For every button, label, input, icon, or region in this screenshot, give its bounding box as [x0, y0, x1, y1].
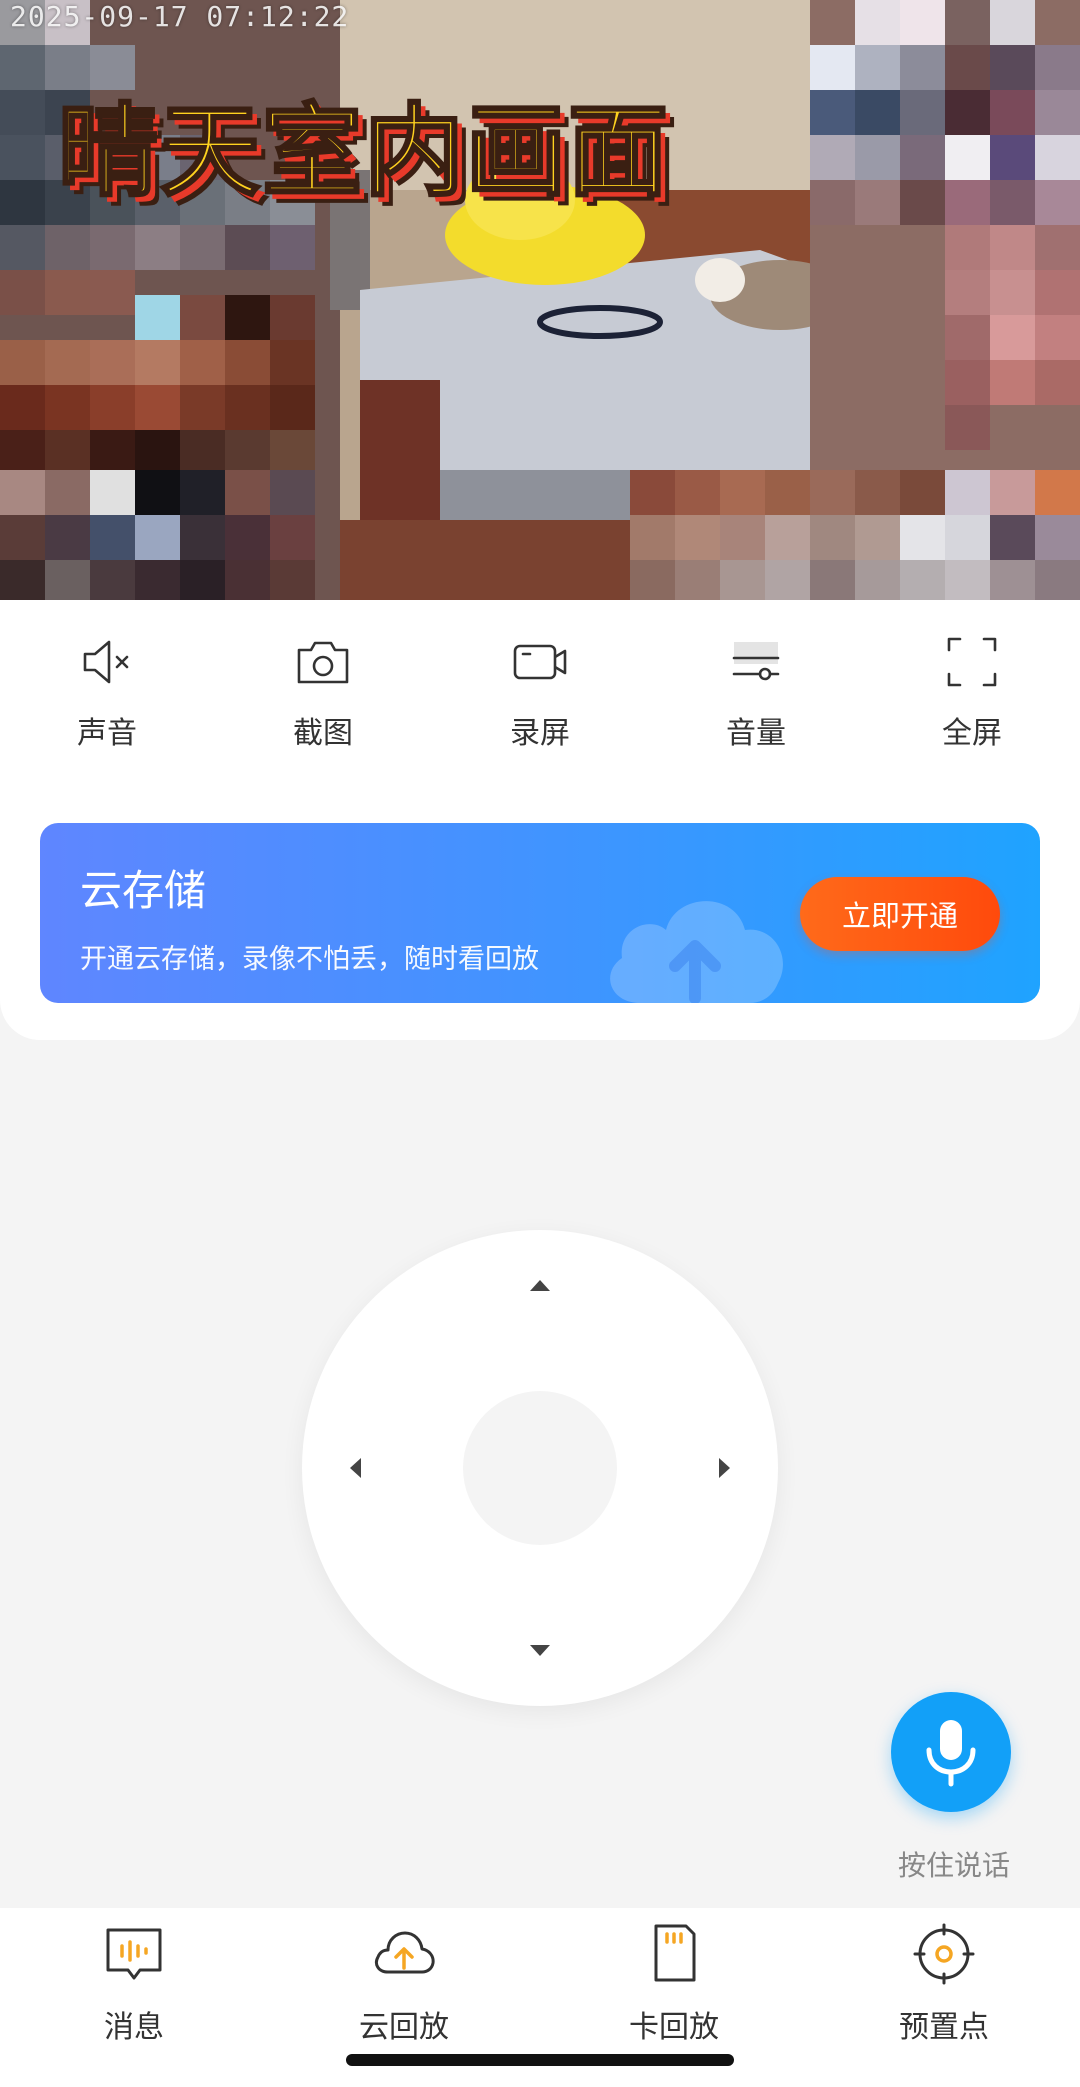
activate-cloud-button[interactable]: 立即开通 [800, 877, 1000, 951]
ptz-direction-pad[interactable] [302, 1230, 778, 1706]
volume-slider-icon [732, 642, 780, 681]
video-record-icon [513, 644, 567, 680]
tab-cloud-playback[interactable]: 云回放 [319, 1920, 489, 2050]
sound-label: 声音 [77, 716, 137, 751]
fullscreen-label: 全屏 [942, 716, 1002, 751]
volume-button[interactable]: 音量 [676, 630, 836, 760]
video-timestamp: 2025-09-17 07:12:22 [10, 0, 350, 33]
cloud-storage-title: 云存储 [80, 866, 207, 915]
record-label: 录屏 [510, 716, 570, 751]
record-button[interactable]: 录屏 [460, 630, 620, 760]
tab-card-playback-label: 卡回放 [629, 2010, 719, 2045]
ptz-left-button[interactable] [340, 1453, 370, 1483]
tab-cloud-playback-label: 云回放 [359, 2010, 449, 2045]
fullscreen-button[interactable]: 全屏 [892, 630, 1052, 760]
arrow-up-icon [530, 1280, 550, 1291]
ptz-center-button[interactable] [463, 1391, 617, 1545]
push-to-talk-label: 按住说话 [897, 1849, 1010, 1882]
ptz-down-button[interactable] [525, 1636, 555, 1666]
tab-messages[interactable]: 消息 [49, 1920, 219, 2050]
cloud-upload-icon [374, 1931, 435, 1974]
arrow-right-icon [719, 1458, 730, 1478]
home-indicator[interactable] [346, 2054, 734, 2066]
camera-icon [297, 641, 349, 684]
cloud-upload-decoration-icon [610, 901, 783, 1003]
push-to-talk-button[interactable] [891, 1692, 1011, 1812]
sd-card-icon [654, 1924, 696, 1982]
screenshot-button[interactable]: 截图 [243, 630, 403, 760]
cloud-storage-description: 开通云存储，录像不怕丢，随时看回放 [80, 944, 539, 975]
tab-messages-label: 消息 [104, 2010, 164, 2045]
live-video-feed[interactable]: 2025-09-17 07:12:22 晴天室内画面 [0, 0, 1080, 600]
tab-presets-label: 预置点 [899, 2010, 989, 2045]
player-toolbar: 声音 截图 录屏 音量 全屏 [0, 630, 1080, 760]
ptz-right-button[interactable] [710, 1453, 740, 1483]
speaker-muted-icon [83, 640, 129, 684]
control-panel: 声音 截图 录屏 音量 全屏 云存储 开通云存储，录像不怕丢，随时看回放 立即开… [0, 600, 1080, 1040]
screenshot-label: 截图 [293, 716, 353, 751]
video-overlay-caption: 晴天室内画面 [57, 92, 670, 212]
tab-presets[interactable]: 预置点 [859, 1920, 1029, 2050]
cloud-storage-banner[interactable]: 云存储 开通云存储，录像不怕丢，随时看回放 立即开通 [40, 823, 1040, 1003]
ptz-up-button[interactable] [525, 1270, 555, 1300]
microphone-icon [926, 1720, 976, 1787]
target-icon [913, 1923, 975, 1985]
sound-button[interactable]: 声音 [27, 630, 187, 760]
arrow-left-icon [350, 1458, 361, 1478]
message-icon [106, 1928, 162, 1980]
volume-label: 音量 [726, 716, 786, 751]
fullscreen-icon [947, 637, 997, 687]
arrow-down-icon [530, 1645, 550, 1656]
tab-card-playback[interactable]: 卡回放 [589, 1920, 759, 2050]
